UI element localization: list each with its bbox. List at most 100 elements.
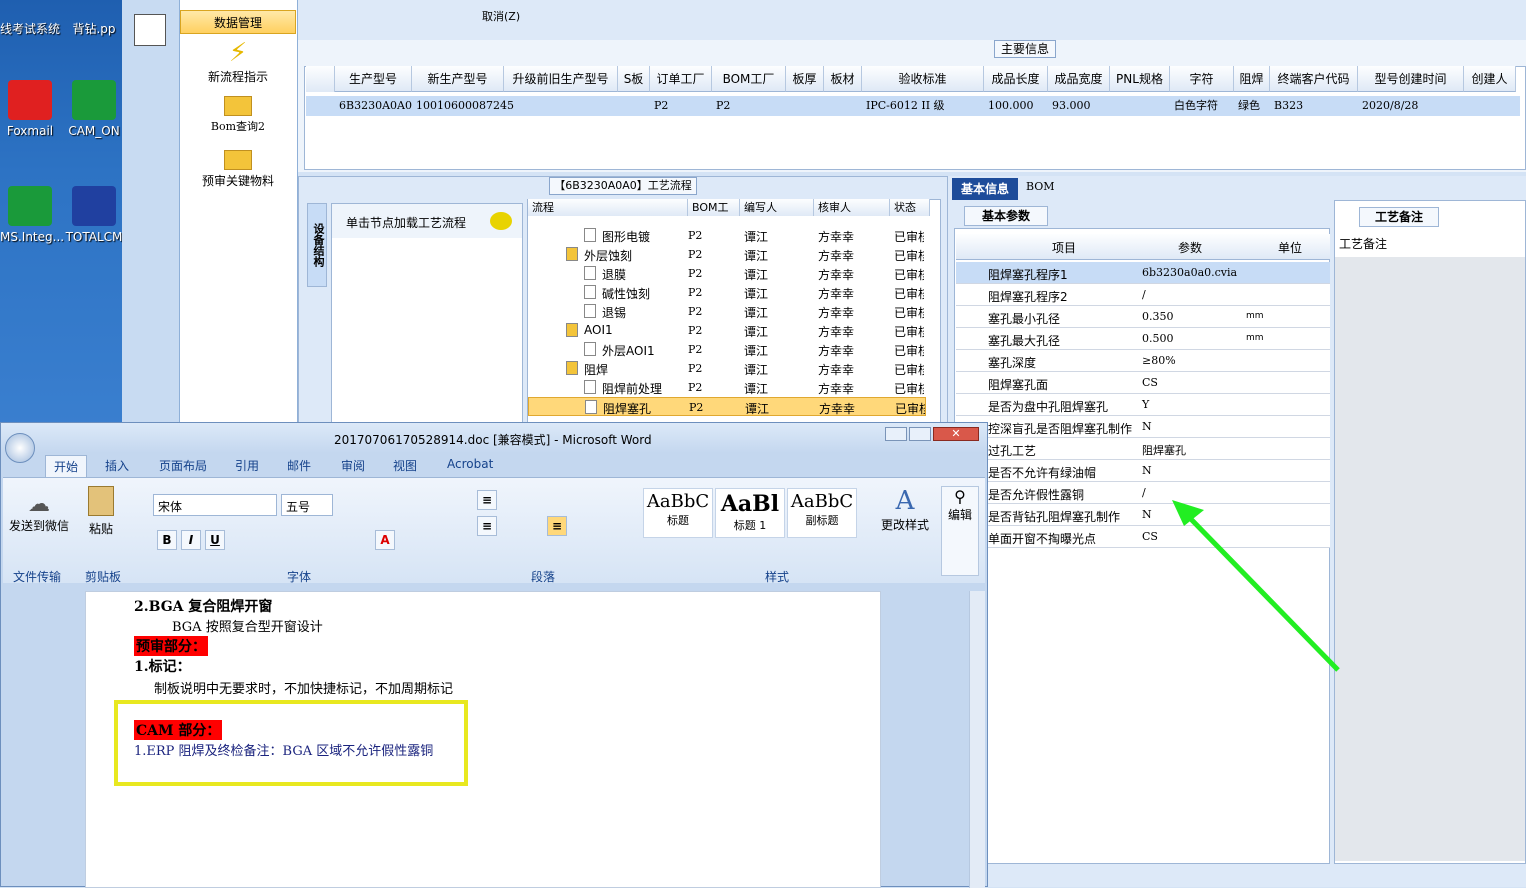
office-button[interactable] <box>5 433 35 463</box>
folder-icon <box>566 323 578 337</box>
process-row[interactable]: 外层AOI1 P2 谭江 方幸幸 已审核 <box>528 340 926 359</box>
align-left-button[interactable]: ≡ <box>477 516 497 536</box>
desktop-icon-ppt[interactable]: 背钻.pp <box>64 20 122 37</box>
ribbon-tab[interactable]: Acrobat <box>447 457 493 471</box>
param-row[interactable]: 塞孔深度 ≥80% <box>956 350 1330 372</box>
styles-gallery: AaBbC 标题 AaBl 标题 1 AaBbC 副标题 <box>643 488 873 538</box>
process-row[interactable]: 图形电镀 P2 谭江 方幸幸 已审核 <box>528 226 926 245</box>
main-col-header: BOM工厂 <box>712 66 786 92</box>
process-row[interactable]: 外层蚀刻 P2 谭江 方幸幸 已审核 <box>528 245 926 264</box>
send-to-wechat-button[interactable]: ☁ 发送到微信 <box>7 492 71 534</box>
desktop-icon-cam[interactable]: CAM_ON <box>64 80 122 138</box>
desktop-icon-totalcm[interactable]: TOTALCM <box>64 186 122 244</box>
process-row[interactable]: 退膜 P2 谭江 方幸幸 已审核 <box>528 264 926 283</box>
minimize-button[interactable] <box>885 427 907 441</box>
process-writer: 谭江 <box>744 363 769 377</box>
desktop-icon-ms-integ[interactable]: MS.Integ... <box>0 186 64 244</box>
ribbon-tab[interactable]: 引用 <box>235 457 259 474</box>
underline-button[interactable]: U <box>205 530 225 550</box>
vertical-scrollbar[interactable] <box>969 591 985 888</box>
top-toolbar: 取消(Z) <box>298 0 1526 40</box>
ribbon-tab[interactable]: 邮件 <box>287 457 311 474</box>
font-color-button[interactable]: A <box>375 530 395 550</box>
param-row[interactable]: 塞孔最大孔径 0.500 mm <box>956 328 1330 350</box>
main-col-header: PNL规格 <box>1110 66 1170 92</box>
document-page[interactable]: 2.BGA 复合阻焊开窗 BGA 按照复合型开窗设计 预审部分： 1.标记： 制… <box>85 591 881 888</box>
param-row[interactable]: 是否为盘中孔阻焊塞孔 Y <box>956 394 1330 416</box>
process-row[interactable]: 阻焊 P2 谭江 方幸幸 已审核 <box>528 359 926 378</box>
process-factory: P2 <box>688 229 703 242</box>
close-button[interactable]: ✕ <box>933 427 979 441</box>
equipment-structure-tab[interactable]: 设备结构 <box>307 203 327 287</box>
lightning-icon: ⚡ <box>228 38 248 68</box>
folder-icon <box>566 247 578 261</box>
edit-button[interactable]: ⚲ 编辑 <box>941 486 979 576</box>
tab-basic-params[interactable]: 基本参数 <box>964 206 1048 226</box>
font-size-select[interactable]: 五号 <box>281 494 333 516</box>
paste-button[interactable]: 粘贴 <box>83 486 119 537</box>
notes-panel: 工艺备注 工艺备注 <box>1334 200 1526 864</box>
param-value: N <box>1142 420 1152 433</box>
tab-bom[interactable]: BOM <box>1026 180 1055 193</box>
param-row[interactable]: 过孔工艺 阻焊塞孔 <box>956 438 1330 460</box>
style-preset[interactable]: AaBl 标题 1 <box>715 488 785 538</box>
doc-heading-bga: 2.BGA 复合阻焊开窗 <box>134 599 273 615</box>
col-item: 项目 <box>1052 241 1077 255</box>
process-col-header: BOM工厂 <box>688 199 740 216</box>
process-row[interactable]: 退锡 P2 谭江 方幸幸 已审核 <box>528 302 926 321</box>
style-preset[interactable]: AaBbC 标题 <box>643 488 713 538</box>
nav-item-new-process[interactable]: ⚡ 新流程指示 <box>180 38 296 85</box>
style-preset[interactable]: AaBbC 副标题 <box>787 488 857 538</box>
ribbon-tab[interactable]: 开始 <box>45 455 88 477</box>
bullets-button[interactable]: ≡ <box>477 490 497 510</box>
tab-process-notes[interactable]: 工艺备注 <box>1359 207 1439 227</box>
process-col-header: 核审人 <box>814 199 890 216</box>
justify-button[interactable]: ≡ <box>547 516 567 536</box>
param-value: CS <box>1142 530 1158 543</box>
font-name-select[interactable]: 宋体 <box>153 494 277 516</box>
process-status: 已审核 <box>894 249 924 263</box>
process-notes-area[interactable] <box>1335 257 1525 861</box>
load-process-hint[interactable]: 单击节点加载工艺流程 <box>346 214 466 231</box>
process-name: 退锡 <box>602 306 627 320</box>
ribbon-tab[interactable]: 审阅 <box>341 457 365 474</box>
param-row[interactable]: 塞孔最小孔径 0.350 mm <box>956 306 1330 328</box>
param-row[interactable]: 是否不允许有绿油帽 N <box>956 460 1330 482</box>
desktop-icon-foxmail[interactable]: Foxmail <box>0 80 60 138</box>
param-row[interactable]: 阻焊塞孔程序1 6b3230a0a0.cvia <box>956 262 1330 284</box>
document-icon <box>584 342 596 356</box>
calculator-icon[interactable] <box>134 14 166 46</box>
ribbon-tab[interactable]: 插入 <box>105 457 129 474</box>
italic-button[interactable]: I <box>181 530 201 550</box>
bold-button[interactable]: B <box>157 530 177 550</box>
process-row[interactable]: 阻焊前处理 P2 谭江 方幸幸 已审核 <box>528 378 926 397</box>
param-value: N <box>1142 464 1152 477</box>
ribbon-tab[interactable]: 页面布局 <box>159 457 207 474</box>
main-cell: 93.000 <box>1052 99 1091 112</box>
param-row[interactable]: 控深盲孔是否阻焊塞孔制作 N <box>956 416 1330 438</box>
style-name: 标题 1 <box>733 519 767 532</box>
doc-prereview-heading: 预审部分： <box>134 636 208 656</box>
nav-item-bom-query[interactable]: Bom查询2 <box>180 96 296 134</box>
process-row[interactable]: 碱性蚀刻 P2 谭江 方幸幸 已审核 <box>528 283 926 302</box>
style-name: 标题 <box>667 514 689 527</box>
desktop-icon-exam[interactable]: 线考试系统 <box>0 20 60 37</box>
process-row[interactable]: AOI1 P2 谭江 方幸幸 已审核 <box>528 321 926 340</box>
process-reviewer: 方幸幸 <box>818 306 855 320</box>
param-row[interactable]: 阻焊塞孔程序2 / <box>956 284 1330 306</box>
main-cell: 绿色 <box>1238 99 1260 112</box>
process-status: 已审核 <box>894 325 924 339</box>
maximize-button[interactable] <box>909 427 931 441</box>
tree-hint-panel: 单击节点加载工艺流程 <box>331 203 523 431</box>
ribbon-tab[interactable]: 视图 <box>393 457 417 474</box>
cancel-menu[interactable]: 取消(Z) <box>482 8 520 24</box>
process-row[interactable]: 阻焊塞孔 P2 谭江 方幸幸 已审核 <box>528 397 926 416</box>
change-styles-button[interactable]: A 更改样式 <box>877 486 933 533</box>
param-row[interactable]: 阻焊塞孔面 CS <box>956 372 1330 394</box>
process-reviewer: 方幸幸 <box>818 268 855 282</box>
nav-item-prereview-materials[interactable]: 预审关键物料 <box>180 150 296 189</box>
tab-basic-info[interactable]: 基本信息 <box>952 178 1018 200</box>
param-name: 塞孔最大孔径 <box>988 334 1061 348</box>
process-col-header: 状态 <box>890 199 930 216</box>
nav-item-data-management[interactable]: 数据管理 <box>180 10 296 34</box>
